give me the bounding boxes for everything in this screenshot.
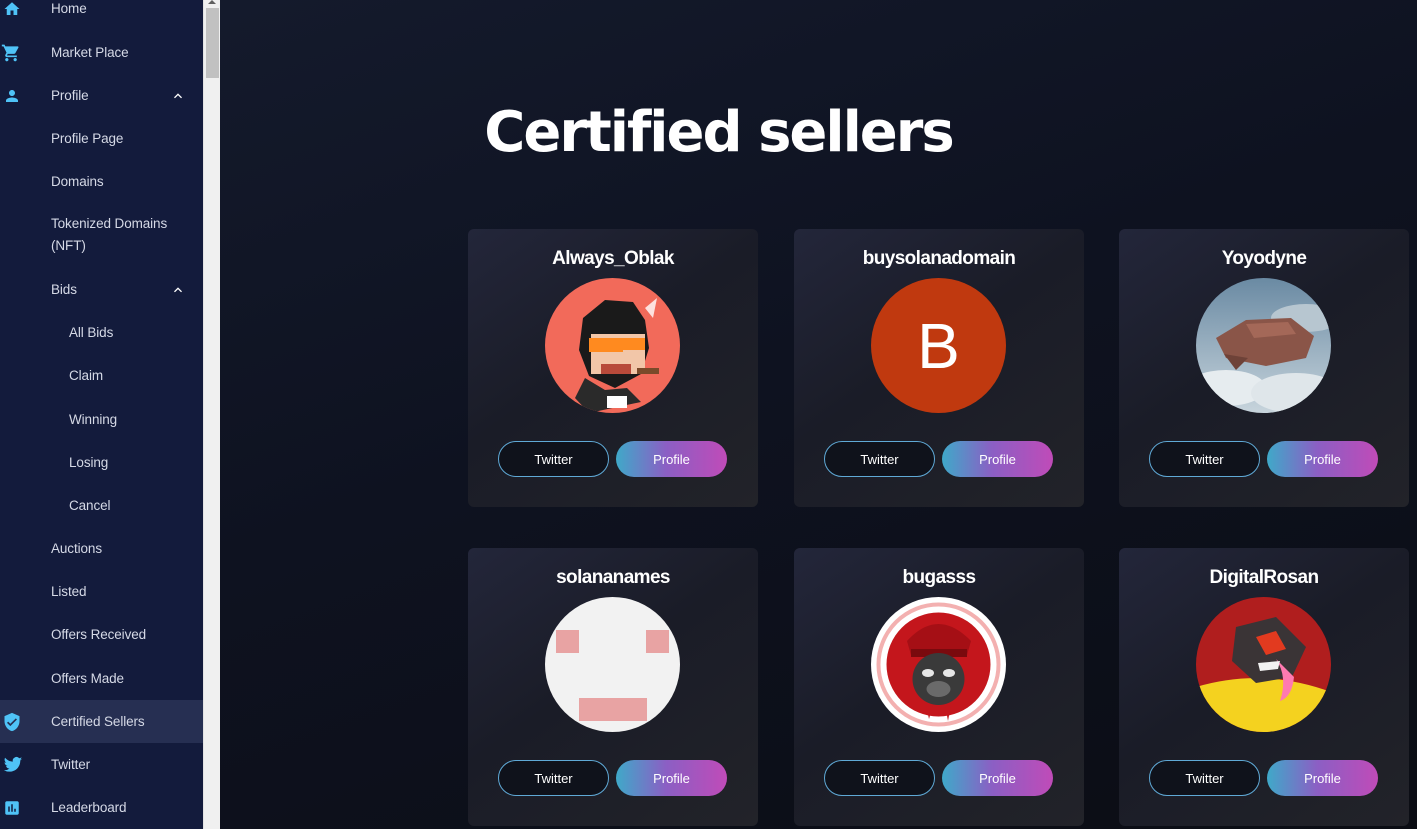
- sidebar: Home Market Place Profile Profile Page D…: [0, 0, 203, 829]
- sidebar-item-label: Market Place: [51, 44, 129, 60]
- sidebar-item-cancel[interactable]: Cancel: [0, 484, 203, 527]
- person-icon: [2, 86, 22, 106]
- profile-button[interactable]: Profile: [942, 760, 1053, 796]
- sidebar-item-label: Cancel: [69, 497, 111, 513]
- cart-icon: [1, 43, 21, 63]
- sidebar-item-label: Domains: [51, 173, 104, 189]
- seller-name: solananames: [556, 567, 670, 588]
- seller-card: buysolanadomain B Twitter Profile: [794, 229, 1084, 507]
- seller-avatar: B: [871, 278, 1006, 413]
- sidebar-item-tokenized-domains[interactable]: Tokenized Domains (NFT): [0, 203, 203, 267]
- chevron-up-icon: [170, 88, 186, 104]
- seller-card: bugasss Twitter Profile: [794, 548, 1084, 826]
- twitter-button[interactable]: Twitter: [824, 441, 935, 477]
- seller-card: solananames Twitter Profile: [468, 548, 758, 826]
- sidebar-item-winning[interactable]: Winning: [0, 398, 203, 441]
- sidebar-item-label: Profile: [51, 87, 89, 103]
- sidebar-item-losing[interactable]: Losing: [0, 441, 203, 484]
- shield-check-icon: [2, 712, 22, 732]
- profile-button[interactable]: Profile: [616, 441, 727, 477]
- sidebar-item-twitter[interactable]: Twitter: [0, 743, 203, 786]
- sidebar-item-label: Certified Sellers: [51, 713, 145, 729]
- sidebar-item-label: Offers Received: [51, 626, 147, 642]
- main-content: Certified sellers Always_Oblak Twitter P…: [220, 0, 1417, 829]
- sidebar-item-certified-sellers[interactable]: Certified Sellers: [0, 700, 203, 743]
- sidebar-item-label: All Bids: [69, 324, 114, 340]
- profile-button[interactable]: Profile: [616, 760, 727, 796]
- sidebar-item-label: Twitter: [51, 756, 91, 772]
- seller-name: Yoyodyne: [1221, 248, 1307, 269]
- sidebar-item-claim[interactable]: Claim: [0, 354, 203, 397]
- sidebar-item-offers-received[interactable]: Offers Received: [0, 613, 203, 656]
- sidebar-item-domains[interactable]: Domains: [0, 160, 203, 203]
- seller-avatar: [1196, 278, 1331, 413]
- profile-button[interactable]: Profile: [1267, 760, 1378, 796]
- sidebar-item-label: Profile Page: [51, 130, 124, 146]
- sidebar-item-leaderboard[interactable]: Leaderboard: [0, 786, 203, 829]
- sidebar-item-label: Losing: [69, 454, 109, 470]
- page-title: Certified sellers: [484, 100, 954, 165]
- sidebar-item-listed[interactable]: Listed: [0, 570, 203, 613]
- profile-button[interactable]: Profile: [1267, 441, 1378, 477]
- sidebar-item-label: Bids: [51, 281, 77, 297]
- sidebar-item-market-place[interactable]: Market Place: [0, 31, 203, 74]
- twitter-button[interactable]: Twitter: [1149, 760, 1260, 796]
- sidebar-item-label: Auctions: [51, 540, 102, 556]
- sidebar-item-profile-page[interactable]: Profile Page: [0, 117, 203, 160]
- sidebar-item-label: Home: [51, 0, 87, 16]
- sidebar-scrollbar[interactable]: [203, 0, 220, 829]
- scroll-thumb[interactable]: [206, 8, 219, 78]
- scroll-up-arrow-icon[interactable]: [208, 0, 216, 4]
- sidebar-item-label: Winning: [69, 411, 118, 427]
- sidebar-item-label: Leaderboard: [51, 799, 127, 815]
- sidebar-item-label: Offers Made: [51, 670, 124, 686]
- bar-chart-icon: [2, 798, 22, 818]
- seller-card: DigitalRosan Twitter Profile: [1119, 548, 1409, 826]
- sidebar-item-home[interactable]: Home: [0, 0, 203, 30]
- seller-name: buysolanadomain: [862, 248, 1016, 269]
- sidebar-item-label: Claim: [69, 367, 104, 383]
- twitter-button[interactable]: Twitter: [498, 760, 609, 796]
- seller-name: Always_Oblak: [552, 248, 674, 269]
- sidebar-item-label: Tokenized Domains (NFT): [51, 216, 168, 253]
- sidebar-item-all-bids[interactable]: All Bids: [0, 311, 203, 354]
- seller-avatar: [545, 278, 680, 413]
- seller-name: bugasss: [902, 567, 976, 588]
- seller-name: DigitalRosan: [1209, 567, 1320, 588]
- sidebar-item-profile[interactable]: Profile: [0, 74, 203, 117]
- seller-avatar: [871, 597, 1006, 732]
- sidebar-item-bids[interactable]: Bids: [0, 268, 203, 311]
- profile-button[interactable]: Profile: [942, 441, 1053, 477]
- home-icon: [2, 0, 22, 19]
- sidebar-item-auctions[interactable]: Auctions: [0, 527, 203, 570]
- seller-card: Always_Oblak Twitter Profile: [468, 229, 758, 507]
- twitter-icon: [1, 755, 25, 775]
- chevron-up-icon: [170, 282, 186, 298]
- twitter-button[interactable]: Twitter: [824, 760, 935, 796]
- twitter-button[interactable]: Twitter: [498, 441, 609, 477]
- sidebar-item-offers-made[interactable]: Offers Made: [0, 657, 203, 700]
- seller-avatar: [1196, 597, 1331, 732]
- seller-avatar: [545, 597, 680, 732]
- seller-card: Yoyodyne Twitter Profile: [1119, 229, 1409, 507]
- sidebar-item-label: Listed: [51, 583, 87, 599]
- twitter-button[interactable]: Twitter: [1149, 441, 1260, 477]
- avatar-letter: B: [917, 309, 960, 382]
